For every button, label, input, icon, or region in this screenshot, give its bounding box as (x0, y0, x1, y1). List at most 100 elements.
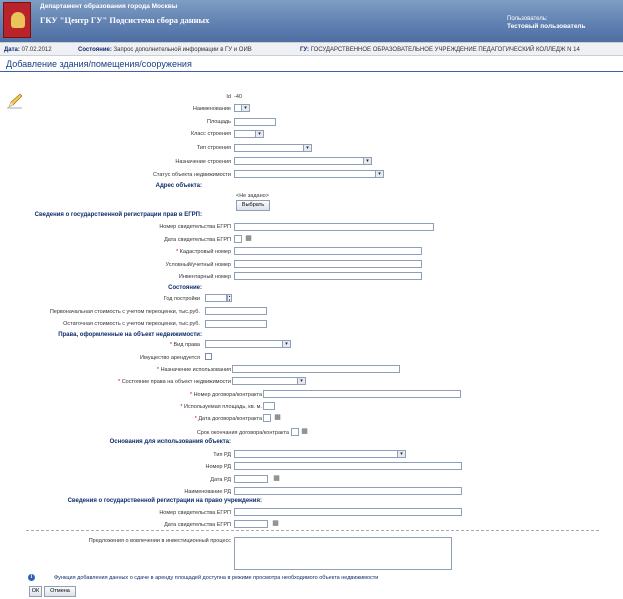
app-header: Департамент образования города Москвы ГК… (0, 0, 623, 42)
state-info: Состояние: Запрос дополнительной информа… (78, 47, 252, 53)
right-type-select[interactable]: ▾ (205, 340, 291, 348)
chevron-down-icon: ▾ (375, 171, 383, 177)
egrp-section-title: Сведения о государственной регистрации п… (34, 212, 202, 218)
chevron-down-icon: ▾ (241, 105, 249, 111)
investment-label: Предложения о вовлечении в инвестиционны… (88, 538, 231, 544)
building-class-label: Класс строения (190, 131, 231, 137)
chevron-down-icon: ▾ (397, 451, 405, 457)
build-year-label: Год постройки (163, 296, 200, 302)
cert-date-label: Дата свидетельства ЕГРП (164, 237, 231, 243)
choose-address-button[interactable]: Выбрать (236, 200, 270, 211)
rd-type-label: Тип РД (213, 452, 231, 458)
building-purpose-select[interactable]: ▾ (234, 157, 372, 165)
calendar-icon[interactable]: ▦ (300, 428, 309, 436)
id-label: Id (226, 94, 231, 100)
cancel-button[interactable]: Отмена (44, 586, 76, 597)
investment-textarea[interactable] (234, 537, 452, 570)
dashed-divider (26, 530, 599, 531)
contract-number-label: * Номер договора/контракта (189, 392, 262, 398)
usage-purpose-input[interactable] (232, 365, 400, 373)
rd-number-input[interactable] (234, 462, 462, 470)
inst-cert-date-label: Дата свидетельства ЕГРП (164, 522, 231, 528)
build-year-input[interactable] (205, 294, 227, 302)
app-title: ГКУ "Центр ГУ" Подсистема сбора данных (40, 15, 210, 25)
contract-end-input[interactable] (291, 428, 299, 436)
inventory-number-input[interactable] (234, 272, 422, 280)
info-note: Функция добавления данных о сдаче в арен… (54, 575, 379, 581)
chevron-down-icon: ▾ (255, 131, 263, 137)
inst-cert-number-label: Номер свидетельства ЕГРП (159, 510, 231, 516)
usage-purpose-label: * Назначение использования (156, 367, 231, 373)
calendar-icon[interactable]: ▦ (272, 475, 281, 483)
id-value: -40 (234, 94, 242, 100)
title-divider (0, 71, 623, 72)
rights-section-title: Права, оформленные на объект недвижимост… (58, 332, 202, 338)
basis-section-title: Основания для использования объекта: (109, 439, 231, 445)
contract-date-input[interactable] (263, 414, 271, 422)
building-type-select[interactable]: ▾ (234, 144, 312, 152)
rd-number-label: Номер РД (205, 464, 231, 470)
user-name: Тестовый пользователь (507, 23, 586, 30)
rd-date-label: Дата РД (210, 477, 231, 483)
right-type-label: * Вид права (169, 342, 200, 348)
info-bar: Дата: 07.02.2012 Состояние: Запрос допол… (0, 42, 623, 56)
calendar-icon[interactable]: ▦ (273, 414, 282, 422)
area-input[interactable] (234, 118, 276, 126)
leased-label: Имущество арендуется (140, 355, 200, 361)
residual-cost-label: Остаточная стоимость с учетом переоценки… (63, 321, 200, 327)
cert-number-input[interactable] (234, 223, 434, 231)
chevron-down-icon: ▾ (297, 378, 305, 384)
name-select[interactable]: ▾ (234, 104, 250, 112)
inventory-number-label: Инвентарный номер (178, 274, 231, 280)
contract-number-input[interactable] (263, 390, 461, 398)
area-label: Площадь (207, 119, 231, 125)
property-status-label: Статус объекта недвижимости (152, 172, 231, 178)
initial-cost-label: Первоначальная стоимость с учетом переоц… (49, 309, 200, 315)
residual-cost-input[interactable] (205, 320, 267, 328)
moscow-emblem-icon (3, 2, 31, 38)
gu-info: ГУ: ГОСУДАРСТВЕННОЕ ОБРАЗОВАТЕЛЬНОЕ УЧРЕ… (300, 47, 580, 53)
state-section-title: Состояние: (168, 285, 202, 291)
chevron-down-icon: ▾ (303, 145, 311, 151)
conditional-number-input[interactable] (234, 260, 422, 268)
date-info: Дата: 07.02.2012 (4, 47, 52, 53)
contract-end-label: Срок окончания договора/контракта (196, 430, 289, 436)
initial-cost-input[interactable] (205, 307, 267, 315)
inst-cert-date-input[interactable] (234, 520, 268, 528)
address-value: <Не задано> (236, 193, 269, 199)
address-section-title: Адрес объекта: (155, 183, 202, 189)
info-icon: i (28, 574, 35, 581)
chevron-down-icon: ▾ (363, 158, 371, 164)
chevron-down-icon: ▾ (282, 341, 290, 347)
user-label: Пользователь: (507, 16, 548, 22)
cert-date-input[interactable] (234, 235, 242, 243)
conditional-number-label: Условный/учетный номер (165, 262, 231, 268)
ok-button[interactable]: ОК (29, 586, 42, 597)
name-label: Наименование (192, 106, 231, 112)
build-year-stepper[interactable]: ▴ ▾ (227, 294, 232, 302)
institution-section-title: Сведения о государственной регистрации н… (67, 498, 262, 504)
used-area-label: * Используемая площадь, кв. м. (180, 404, 262, 410)
property-status-select[interactable]: ▾ (234, 170, 384, 178)
cadastral-input[interactable] (234, 247, 422, 255)
used-area-input[interactable] (263, 402, 275, 410)
leased-checkbox[interactable] (205, 353, 212, 360)
cadastral-label: * Кадастровый номер (175, 249, 231, 255)
rd-type-select[interactable]: ▾ (234, 450, 406, 458)
rd-date-input[interactable] (234, 475, 268, 483)
building-purpose-label: Назначение строения (175, 159, 231, 165)
rd-name-label: Наименование РД (184, 489, 231, 495)
contract-date-label: * Дата договора/контракта (194, 416, 262, 422)
building-type-label: Тип строения (196, 145, 231, 151)
page-title: Добавление здания/помещения/сооружения (6, 59, 192, 69)
cert-number-label: Номер свидетельства ЕГРП (159, 224, 231, 230)
calendar-icon[interactable]: ▦ (244, 235, 253, 243)
inst-cert-number-input[interactable] (234, 508, 462, 516)
building-class-select[interactable]: ▾ (234, 130, 264, 138)
rd-name-input[interactable] (234, 487, 462, 495)
right-state-select[interactable]: ▾ (232, 377, 306, 385)
calendar-icon[interactable]: ▦ (271, 520, 280, 528)
department-title: Департамент образования города Москвы (40, 3, 178, 10)
right-state-label: * Состояние права на объект недвижимости (118, 379, 231, 385)
pencil-icon (7, 93, 23, 109)
